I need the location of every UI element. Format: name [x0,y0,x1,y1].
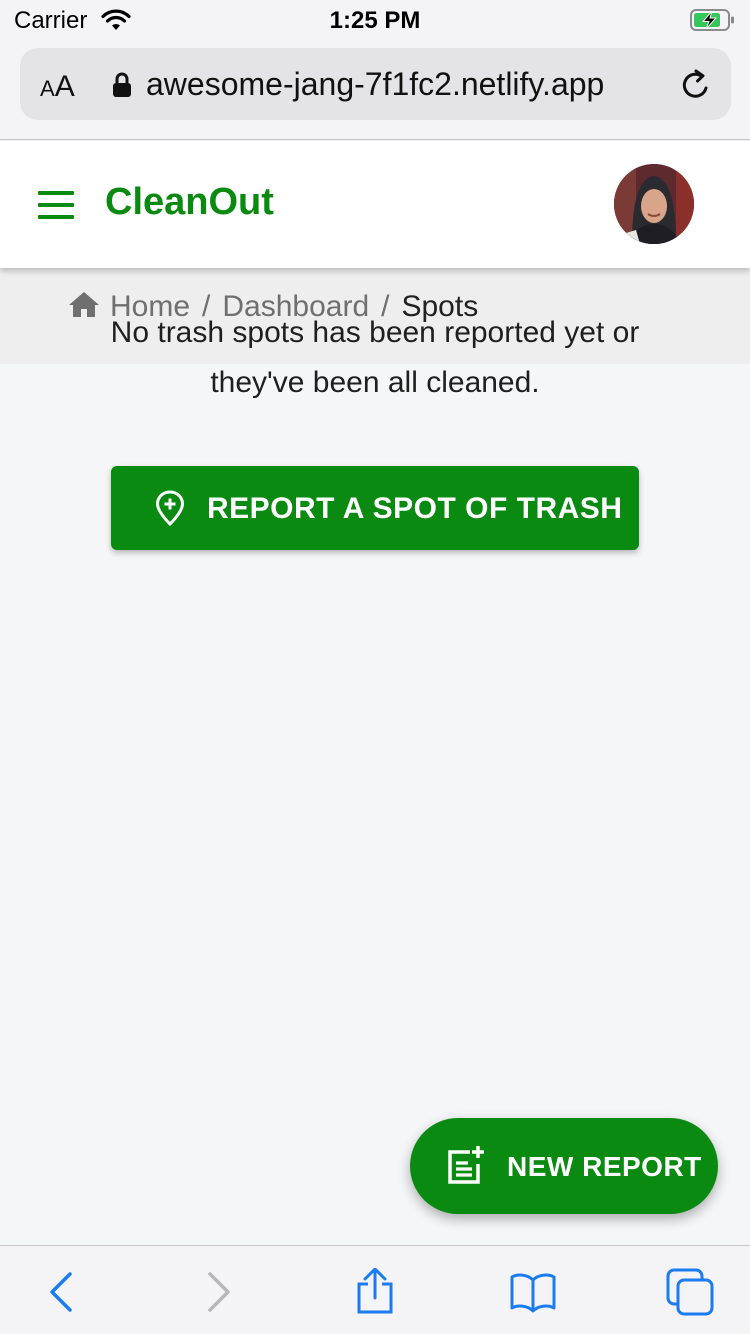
reload-icon[interactable] [679,68,713,102]
bookmarks-icon[interactable] [509,1268,557,1316]
empty-state-message: No trash spots has been reported yet or … [110,316,640,399]
new-report-label: NEW REPORT [507,1151,702,1182]
clock: 1:25 PM [329,7,421,34]
avatar-image [614,164,694,244]
status-bar: Carrier 1:25 PM [0,0,750,40]
browser-address-area: AA awesome-jang-7f1fc2.netlify.app [0,40,750,140]
lock-icon [113,72,131,97]
post-add-icon [448,1146,484,1184]
new-report-fab[interactable]: NEW REPORT [410,1118,718,1214]
add-location-icon [155,490,185,526]
back-icon[interactable] [38,1268,86,1316]
forward-icon[interactable] [194,1268,242,1316]
report-spot-button[interactable]: REPORT A SPOT OF TRASH [111,466,639,550]
text-size-button[interactable]: AA [40,70,75,104]
battery-charging-icon [690,9,734,31]
user-avatar[interactable] [614,164,694,244]
tabs-icon[interactable] [666,1268,714,1316]
address-bar[interactable]: AA awesome-jang-7f1fc2.netlify.app [20,48,731,120]
share-icon[interactable] [351,1268,399,1316]
browser-toolbar [0,1245,750,1334]
app-bar: CleanOut [0,141,750,268]
report-spot-label: REPORT A SPOT OF TRASH [207,492,623,525]
brand-title[interactable]: CleanOut [105,181,274,224]
menu-icon[interactable] [36,191,76,219]
url-text[interactable]: awesome-jang-7f1fc2.netlify.app [146,66,604,103]
